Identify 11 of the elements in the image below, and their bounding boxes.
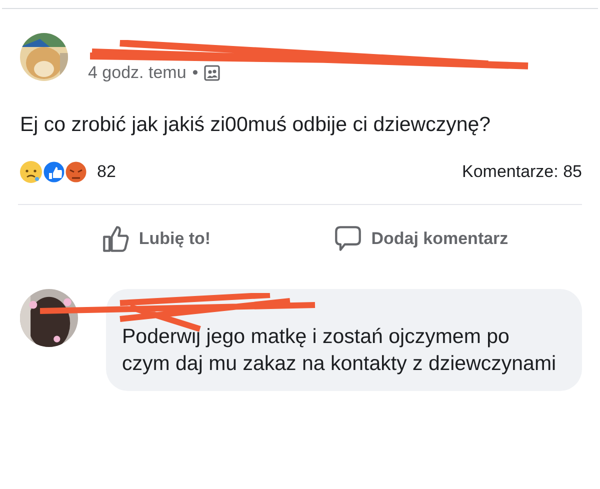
group-icon — [204, 65, 220, 81]
comment-button[interactable]: Dodaj komentarz — [371, 229, 508, 249]
speech-bubble-icon — [334, 225, 362, 253]
like-button[interactable]: Lubię to! — [138, 229, 211, 249]
post-text: Ej co zrobić jak jakiś zi00muś odbije ci dziewczynę? — [19, 112, 492, 137]
separator-dot: • — [192, 63, 198, 83]
post-time: 4 godz. temu — [88, 63, 186, 83]
thumbs-up-icon — [102, 225, 130, 253]
reaction-count: 82 — [97, 162, 116, 182]
comment-text: Poderwij jego matkę i zostań ojczymem po czym daj mu zakaz na kontakty z dziewczynami — [122, 324, 558, 377]
comments-count[interactable]: Komentarze: 85 — [462, 162, 582, 182]
